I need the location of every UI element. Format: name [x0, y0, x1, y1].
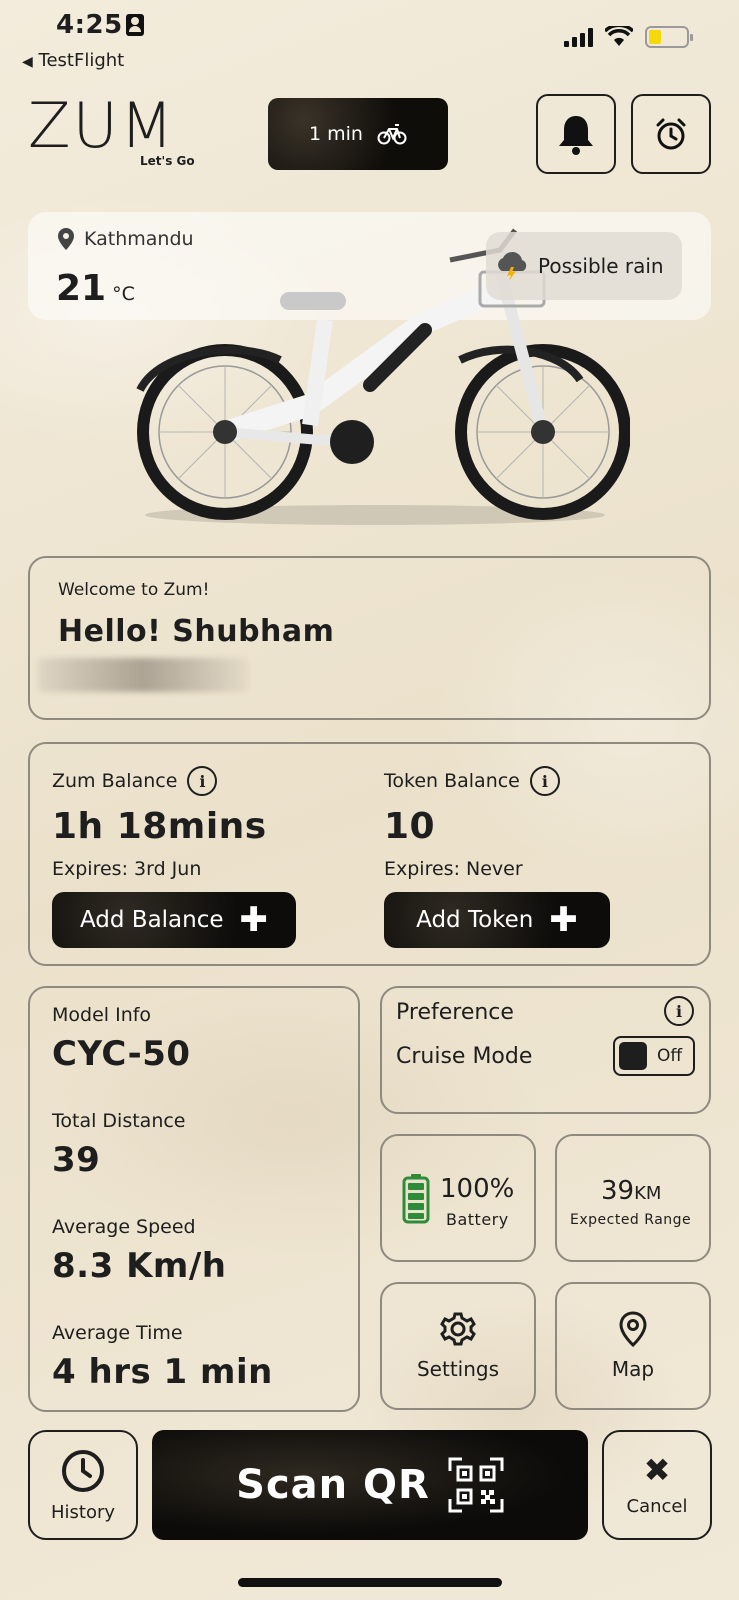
notifications-button[interactable]: [536, 94, 616, 174]
plus-icon: ✚: [549, 900, 578, 940]
scan-qr-label: Scan QR: [236, 1462, 430, 1508]
range-value-row: 39KM: [601, 1176, 661, 1206]
cruise-mode-state: Off: [657, 1046, 683, 1066]
status-time: 4:25: [56, 10, 123, 40]
settings-label: Settings: [416, 1357, 500, 1381]
plus-icon: ✚: [239, 900, 269, 940]
battery-value: 100%: [440, 1174, 515, 1204]
history-button[interactable]: History: [28, 1430, 138, 1540]
bell-icon: [559, 116, 593, 155]
wifi-icon: [605, 26, 633, 46]
history-label: History: [50, 1501, 116, 1523]
model-info-label: Model Info: [52, 1004, 152, 1026]
blurred-subtitle: [38, 658, 248, 692]
zum-balance-label-row: Zum Balance i: [52, 766, 218, 796]
total-distance-label: Total Distance: [52, 1110, 186, 1132]
location-pin-icon: [58, 228, 74, 250]
settings-button[interactable]: Settings: [380, 1282, 536, 1410]
add-token-label: Add Token: [416, 907, 534, 933]
average-time-value: 4 hrs 1 min: [52, 1352, 273, 1392]
qr-code-icon: [448, 1457, 504, 1513]
cruise-mode-label: Cruise Mode: [396, 1044, 533, 1069]
zum-logo: ZUM Let's Go: [28, 89, 195, 169]
clock-icon: [62, 1449, 104, 1492]
weather-condition-pill: Possible rain: [486, 232, 682, 300]
add-token-button[interactable]: Add Token ✚: [384, 892, 610, 948]
gear-icon: [440, 1312, 476, 1346]
average-speed-label: Average Speed: [52, 1216, 196, 1238]
total-distance-value: 39: [52, 1140, 101, 1180]
token-balance-label-row: Token Balance i: [384, 766, 560, 796]
logo-tagline: Let's Go: [140, 154, 195, 168]
back-label: TestFlight: [38, 50, 125, 71]
alarm-clock-icon: [656, 118, 686, 150]
preference-title: Preference: [396, 1000, 514, 1025]
token-balance-info-icon[interactable]: i: [529, 766, 560, 796]
close-icon: ✖: [643, 1450, 671, 1489]
user-greeting: Hello! Shubham: [58, 614, 335, 649]
bicycle-icon: [377, 124, 407, 145]
range-unit: KM: [634, 1183, 662, 1204]
cancel-label: Cancel: [626, 1495, 688, 1517]
model-info-value: CYC-50: [52, 1034, 191, 1074]
map-pin-icon: [619, 1311, 647, 1347]
ride-timer-text: 1 min: [309, 123, 363, 145]
range-label: Expected Range: [570, 1212, 692, 1228]
add-balance-button[interactable]: Add Balance ✚: [52, 892, 296, 948]
token-balance-value: 10: [384, 806, 436, 847]
back-to-testflight[interactable]: ◀ TestFlight: [22, 50, 124, 71]
storm-cloud-icon: [498, 251, 527, 281]
cruise-mode-toggle[interactable]: Off: [613, 1036, 695, 1076]
zum-balance-info-icon[interactable]: i: [187, 766, 218, 796]
token-balance-label: Token Balance: [384, 770, 520, 792]
zum-balance-expiry: Expires: 3rd Jun: [52, 858, 202, 880]
map-label: Map: [611, 1357, 655, 1381]
weather-condition: Possible rain: [538, 254, 664, 278]
battery-label: Battery: [446, 1210, 509, 1229]
welcome-text: Welcome to Zum!: [58, 580, 210, 600]
home-indicator: [238, 1578, 502, 1587]
portrait-lock-icon: [126, 14, 144, 36]
signal-icon: [564, 27, 593, 47]
add-balance-label: Add Balance: [79, 907, 224, 933]
range-value: 39: [601, 1176, 635, 1206]
zum-balance-value: 1h 18mins: [52, 806, 267, 847]
average-time-label: Average Time: [52, 1322, 183, 1344]
average-speed-value: 8.3 Km/h: [52, 1246, 227, 1286]
map-button[interactable]: Map: [555, 1282, 711, 1410]
zum-balance-label: Zum Balance: [52, 770, 178, 792]
battery-icon: [402, 1174, 430, 1224]
phone-battery-icon: [645, 26, 693, 48]
scan-qr-button[interactable]: Scan QR: [152, 1430, 588, 1540]
toggle-knob: [619, 1042, 647, 1070]
token-balance-expiry: Expires: Never: [384, 858, 523, 880]
preference-info-icon[interactable]: i: [664, 996, 694, 1026]
alarm-button[interactable]: [631, 94, 711, 174]
status-icons: [564, 26, 693, 48]
back-arrow-icon: ◀: [22, 54, 33, 70]
ride-timer-pill[interactable]: 1 min: [268, 98, 448, 170]
cancel-button[interactable]: ✖ Cancel: [602, 1430, 712, 1540]
